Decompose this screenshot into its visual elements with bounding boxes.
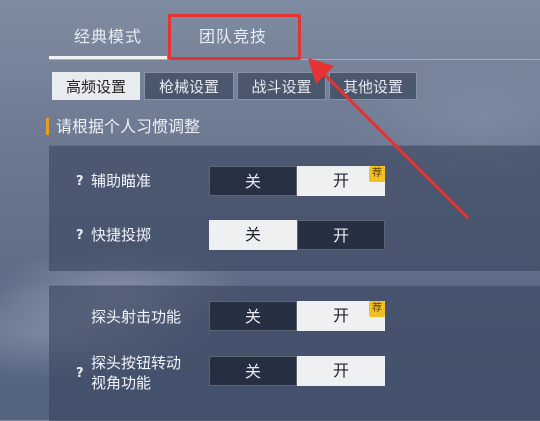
help-icon[interactable]: ?	[76, 228, 88, 243]
setting-row-peek-button-rotate: ? 探头按钮转动 视角功能 关 开	[49, 352, 540, 396]
setting-row-aim-assist: ? 辅助瞄准 关 开 荐	[49, 164, 540, 198]
help-icon[interactable]: ?	[76, 366, 88, 381]
settings-panel-1: ? 辅助瞄准 关 开 荐 ? 快捷投掷 关 开	[49, 145, 540, 271]
setting-label: 探头射击功能	[91, 308, 182, 326]
toggle-on-button[interactable]: 开 荐	[297, 301, 385, 331]
subtab-combat[interactable]: 战斗设置	[237, 72, 326, 100]
toggle-on-button[interactable]: 开 荐	[297, 166, 385, 196]
tab-label: 经典模式	[73, 27, 142, 46]
section-accent-bar	[46, 118, 49, 135]
toggle-off-button[interactable]: 关	[209, 166, 297, 196]
toggle-off-button[interactable]: 关	[209, 220, 297, 250]
setting-label: 辅助瞄准	[91, 172, 152, 190]
aim-assist-toggle: 关 开 荐	[209, 166, 385, 196]
subtab-high-frequency[interactable]: 高频设置	[52, 72, 140, 100]
setting-row-quick-throw: ? 快捷投掷 关 开	[49, 218, 540, 252]
peek-rotate-toggle: 关 开	[209, 356, 385, 386]
toggle-on-button[interactable]: 开	[297, 356, 385, 386]
toggle-off-button[interactable]: 关	[209, 301, 297, 331]
peek-fire-toggle: 关 开 荐	[209, 301, 385, 331]
help-icon[interactable]: ?	[76, 174, 88, 189]
section-heading-text: 请根据个人习惯调整	[56, 117, 201, 136]
toggle-on-button[interactable]: 开	[297, 220, 385, 250]
setting-row-peek-fire: 探头射击功能 关 开 荐	[49, 301, 540, 335]
recommended-badge: 荐	[369, 166, 385, 182]
settings-panel-2: 探头射击功能 关 开 荐 ? 探头按钮转动 视角功能 关 开	[49, 285, 540, 421]
toggle-on-label: 开	[332, 171, 349, 190]
subtab-other[interactable]: 其他设置	[329, 72, 417, 100]
annotation-highlight-box	[168, 14, 301, 60]
recommended-badge: 荐	[369, 301, 385, 317]
setting-label-line1: 探头按钮转动	[91, 354, 182, 372]
setting-label-line2: 视角功能	[91, 374, 152, 392]
toggle-on-label: 开	[332, 306, 349, 325]
tab-classic-mode[interactable]: 经典模式	[49, 15, 167, 59]
quick-throw-toggle: 关 开	[209, 220, 385, 250]
toggle-off-button[interactable]: 关	[209, 356, 297, 386]
setting-label: 快捷投掷	[91, 226, 152, 244]
subtab-weapon[interactable]: 枪械设置	[144, 72, 234, 100]
